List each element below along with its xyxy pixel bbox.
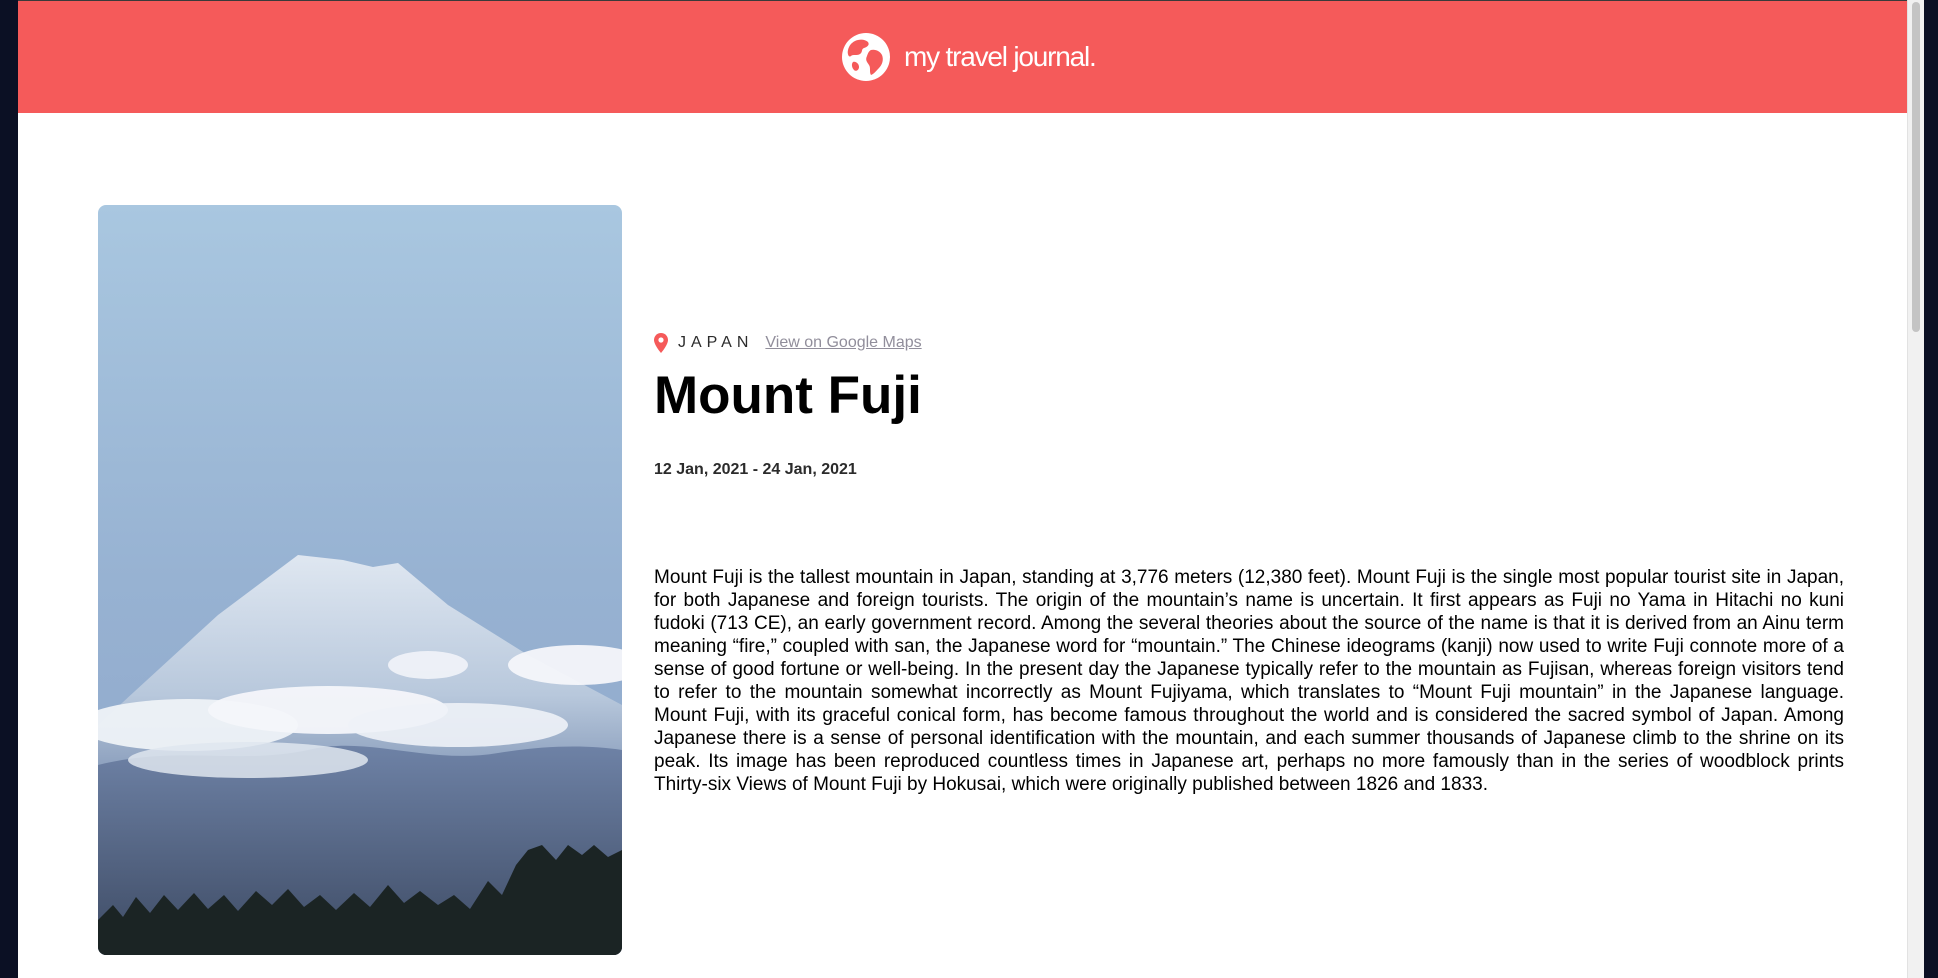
top-navbar: my travel journal.: [18, 0, 1924, 113]
entry-description: Mount Fuji is the tallest mountain in Ja…: [654, 567, 1844, 795]
brand-name: my travel journal.: [904, 41, 1097, 72]
entry-title: Mount Fuji: [654, 366, 922, 425]
trip-dates: 12 Jan, 2021 - 24 Jan, 2021: [654, 461, 857, 478]
location-row: JAPAN View on Google Maps: [654, 330, 1844, 356]
vertical-scrollbar[interactable]: [1907, 0, 1924, 978]
map-pin-icon: [654, 333, 668, 353]
page-viewport: my travel journal. JAPAN View on Google …: [18, 0, 1924, 978]
google-maps-link[interactable]: View on Google Maps: [765, 334, 921, 352]
brand-logo[interactable]: my travel journal.: [841, 31, 1097, 83]
journal-entry: JAPAN View on Google Maps Mount Fuji 12 …: [654, 330, 1844, 815]
globe-icon: [842, 33, 890, 81]
scrollbar-thumb[interactable]: [1912, 2, 1920, 332]
destination-photo: [98, 205, 622, 955]
country-label: JAPAN: [678, 334, 754, 351]
